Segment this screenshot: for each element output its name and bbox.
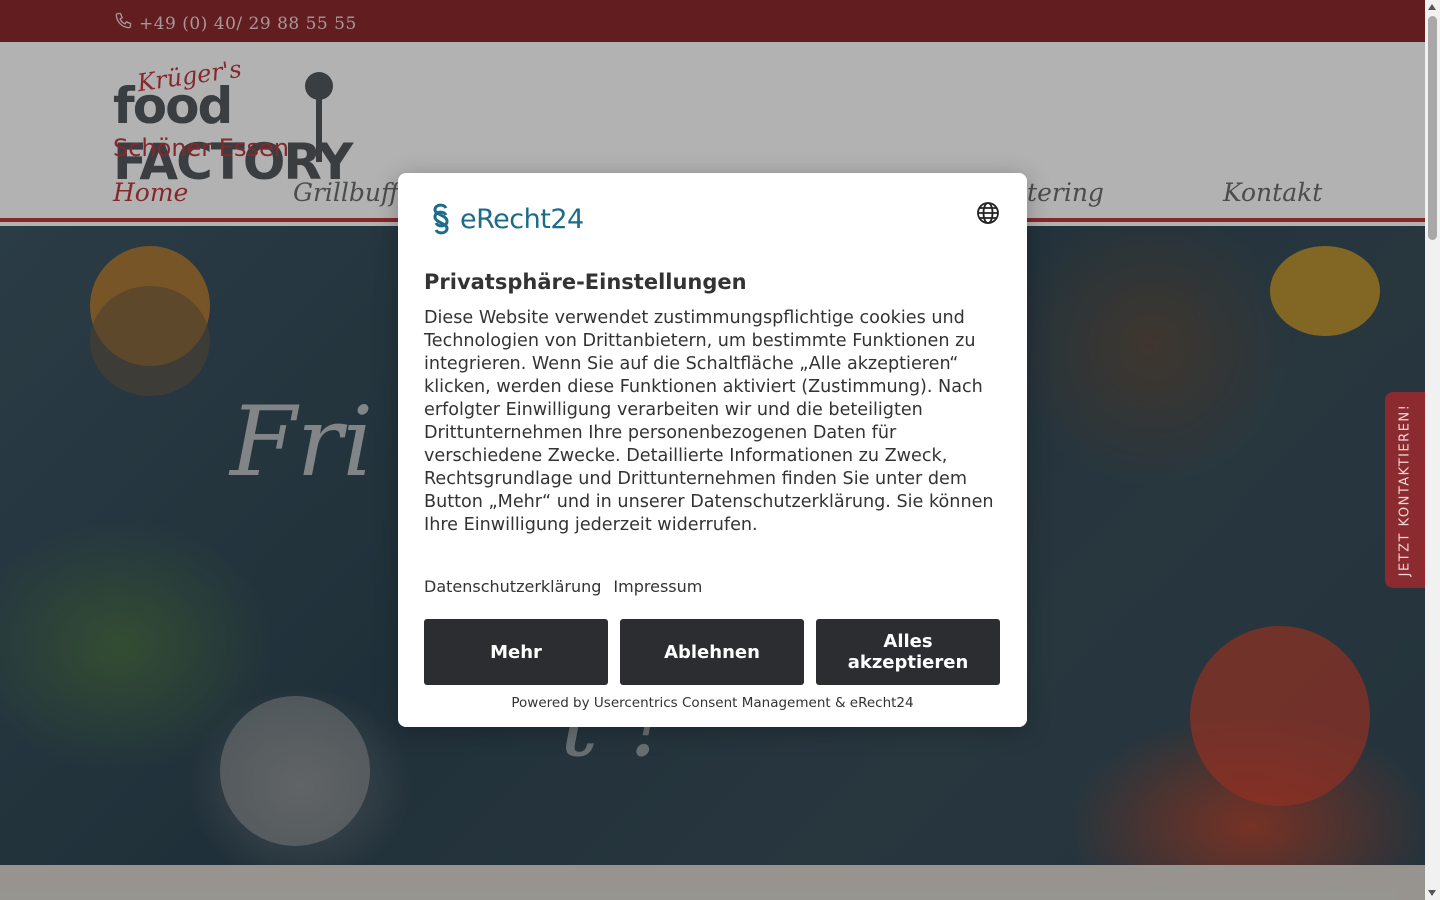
- language-globe-icon[interactable]: [976, 201, 1000, 225]
- consent-description: Diese Website verwendet zustimmungspflic…: [424, 308, 994, 535]
- erecht24-brand: eRecht24: [460, 203, 584, 235]
- imprint-link[interactable]: Impressum: [613, 577, 702, 596]
- powered-by-text: Powered by Usercentrics Consent Manageme…: [511, 695, 914, 711]
- contact-side-tab[interactable]: JETZT KONTAKTIEREN!: [1385, 392, 1425, 588]
- consent-dialog: eRecht24 Privatsphäre-Einstellungen Dies…: [398, 173, 1027, 727]
- scrollbar-thumb[interactable]: [1428, 16, 1437, 240]
- page-scrollbar[interactable]: [1425, 0, 1440, 900]
- consent-title: Privatsphäre-Einstellungen: [424, 270, 747, 294]
- section-sign-icon: [433, 203, 449, 235]
- scroll-up-arrow-icon[interactable]: [1428, 4, 1436, 10]
- consent-links: Datenschutzerklärung Impressum: [424, 577, 702, 596]
- contact-side-tab-label: JETZT KONTAKTIEREN!: [1397, 403, 1413, 577]
- accept-all-button[interactable]: Alles akzeptieren: [816, 619, 1000, 685]
- more-button[interactable]: Mehr: [424, 619, 608, 685]
- consent-buttons: Mehr Ablehnen Alles akzeptieren: [424, 619, 1000, 685]
- erecht24-logo: eRecht24: [424, 200, 584, 238]
- decline-button[interactable]: Ablehnen: [620, 619, 804, 685]
- privacy-policy-link[interactable]: Datenschutzerklärung: [424, 577, 601, 596]
- scroll-down-arrow-icon[interactable]: [1428, 890, 1436, 896]
